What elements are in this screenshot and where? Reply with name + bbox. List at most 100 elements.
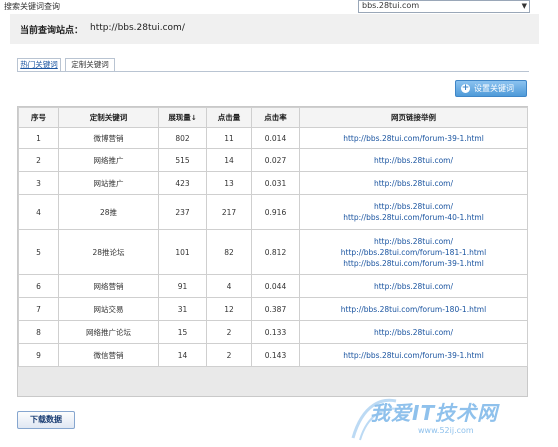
current-site-panel: 当前查询站点： http://bbs.28tui.com/ xyxy=(10,14,539,44)
row-ctr: 0.812 xyxy=(251,229,300,275)
current-site-label: 当前查询站点： xyxy=(20,26,84,36)
row-links: http://bbs.28tui.com/forum-180-1.html xyxy=(299,297,528,321)
col-header-impressions-label: 展现量 xyxy=(168,113,191,122)
row-links: http://bbs.28tui.com/ xyxy=(299,171,528,195)
row-impressions: 101 xyxy=(158,229,207,275)
table-row: 7 网站交易 31 12 0.387 http://bbs.28tui.com/forum… xyxy=(18,297,528,321)
row-links: http://bbs.28tui.com/forum-39-1.html xyxy=(299,343,528,367)
chevron-down-icon[interactable]: ▼ xyxy=(522,2,527,10)
row-impressions: 15 xyxy=(158,320,207,344)
col-header-impressions[interactable]: 展现量↓ xyxy=(158,107,207,128)
col-header-links: 网页链接举例 xyxy=(299,107,528,128)
row-link[interactable]: http://bbs.28tui.com/forum-39-1.html xyxy=(300,258,527,269)
row-clicks: 13 xyxy=(206,171,252,195)
watermark-url: www.52ij.com xyxy=(418,426,474,435)
row-links: http://bbs.28tui.com/http://bbs.28tui.co… xyxy=(299,229,528,275)
top-bar: 搜索关键词查询 bbs.28tui.com ▼ xyxy=(0,0,558,14)
col-header-keyword: 定制关键词 xyxy=(58,107,159,128)
row-ctr: 0.014 xyxy=(251,127,300,149)
row-keyword: 28推论坛 xyxy=(58,229,159,275)
row-link[interactable]: http://bbs.28tui.com/forum-181-1.html xyxy=(300,247,527,258)
row-clicks: 4 xyxy=(206,274,252,298)
table-row: 2 网络推广 515 14 0.027 http://bbs.28tui.com/ xyxy=(18,148,528,172)
row-link[interactable]: http://bbs.28tui.com/forum-39-1.html xyxy=(300,350,527,361)
row-link[interactable]: http://bbs.28tui.com/ xyxy=(300,155,527,166)
row-keyword: 28推 xyxy=(58,194,159,230)
row-no: 2 xyxy=(18,148,59,172)
table-row: 3 网站推广 423 13 0.031 http://bbs.28tui.com/ xyxy=(18,171,528,195)
row-clicks: 12 xyxy=(206,297,252,321)
row-link[interactable]: http://bbs.28tui.com/ xyxy=(300,281,527,292)
row-clicks: 217 xyxy=(206,194,252,230)
table-header-row: 序号 定制关键词 展现量↓ 点击量 点击率 网页链接举例 xyxy=(18,107,528,128)
row-keyword: 网络推广 xyxy=(58,148,159,172)
table-row: 4 28推 237 217 0.916 http://bbs.28tui.com/http… xyxy=(18,194,528,230)
row-keyword: 微信营销 xyxy=(58,343,159,367)
row-clicks: 14 xyxy=(206,148,252,172)
row-link[interactable]: http://bbs.28tui.com/forum-39-1.html xyxy=(300,133,527,144)
row-no: 5 xyxy=(18,229,59,275)
row-impressions: 237 xyxy=(158,194,207,230)
row-ctr: 0.031 xyxy=(251,171,300,195)
row-clicks: 2 xyxy=(206,343,252,367)
current-site-url: http://bbs.28tui.com/ xyxy=(90,23,185,33)
site-select-value: bbs.28tui.com xyxy=(362,1,420,10)
row-ctr: 0.044 xyxy=(251,274,300,298)
row-no: 1 xyxy=(18,127,59,149)
row-links: http://bbs.28tui.com/forum-39-1.html xyxy=(299,127,528,149)
row-links: http://bbs.28tui.com/ xyxy=(299,274,528,298)
row-link[interactable]: http://bbs.28tui.com/ xyxy=(300,201,527,212)
watermark: 我爱IT技术网 www.52ij.com xyxy=(348,393,548,443)
table-row: 9 微信营销 14 2 0.143 http://bbs.28tui.com/forum-… xyxy=(18,343,528,367)
row-keyword: 网站推广 xyxy=(58,171,159,195)
row-no: 8 xyxy=(18,320,59,344)
site-select[interactable]: bbs.28tui.com ▼ xyxy=(358,0,530,13)
row-impressions: 91 xyxy=(158,274,207,298)
row-clicks: 2 xyxy=(206,320,252,344)
row-links: http://bbs.28tui.com/http://bbs.28tui.co… xyxy=(299,194,528,230)
table-body: 1 微博营销 802 11 0.014 http://bbs.28tui.com/foru… xyxy=(18,127,528,367)
row-link[interactable]: http://bbs.28tui.com/ xyxy=(300,178,527,189)
row-keyword: 网络推广论坛 xyxy=(58,320,159,344)
row-keyword: 网络营销 xyxy=(58,274,159,298)
sort-down-icon[interactable]: ↓ xyxy=(191,114,197,122)
row-keyword: 微博营销 xyxy=(58,127,159,149)
page-title: 搜索关键词查询 xyxy=(4,2,60,11)
keyword-table-container: 序号 定制关键词 展现量↓ 点击量 点击率 网页链接举例 1 微博营销 802 11 0… xyxy=(17,106,528,397)
table-row: 8 网络推广论坛 15 2 0.133 http://bbs.28tui.com/ xyxy=(18,320,528,344)
col-header-clicks: 点击量 xyxy=(206,107,252,128)
row-ctr: 0.387 xyxy=(251,297,300,321)
row-ctr: 0.133 xyxy=(251,320,300,344)
row-clicks: 11 xyxy=(206,127,252,149)
col-header-ctr: 点击率 xyxy=(251,107,300,128)
row-links: http://bbs.28tui.com/ xyxy=(299,320,528,344)
table-row: 5 28推论坛 101 82 0.812 http://bbs.28tui.com/htt… xyxy=(18,229,528,275)
row-link[interactable]: http://bbs.28tui.com/forum-180-1.html xyxy=(300,304,527,315)
watermark-text: 我爱IT技术网 xyxy=(370,401,499,425)
set-keywords-label: 设置关键词 xyxy=(474,84,514,93)
set-keywords-button[interactable]: + 设置关键词 xyxy=(455,80,527,97)
tab-hot-keywords[interactable]: 热门关键词 xyxy=(17,58,61,71)
row-no: 9 xyxy=(18,343,59,367)
row-impressions: 423 xyxy=(158,171,207,195)
row-clicks: 82 xyxy=(206,229,252,275)
table-row: 1 微博营销 802 11 0.014 http://bbs.28tui.com/foru… xyxy=(18,127,528,149)
row-no: 7 xyxy=(18,297,59,321)
keyword-table: 序号 定制关键词 展现量↓ 点击量 点击率 网页链接举例 1 微博营销 802 11 0… xyxy=(18,107,528,367)
row-no: 6 xyxy=(18,274,59,298)
row-impressions: 31 xyxy=(158,297,207,321)
row-links: http://bbs.28tui.com/ xyxy=(299,148,528,172)
row-ctr: 0.916 xyxy=(251,194,300,230)
tab-divider xyxy=(17,71,529,72)
row-impressions: 515 xyxy=(158,148,207,172)
row-link[interactable]: http://bbs.28tui.com/forum-40-1.html xyxy=(300,212,527,223)
plus-icon: + xyxy=(461,83,470,93)
row-ctr: 0.027 xyxy=(251,148,300,172)
table-row: 6 网络营销 91 4 0.044 http://bbs.28tui.com/ xyxy=(18,274,528,298)
row-no: 3 xyxy=(18,171,59,195)
row-keyword: 网站交易 xyxy=(58,297,159,321)
download-data-button[interactable]: 下载数据 xyxy=(17,411,75,429)
row-link[interactable]: http://bbs.28tui.com/ xyxy=(300,236,527,247)
tab-custom-keywords[interactable]: 定制关键词 xyxy=(65,58,115,71)
row-link[interactable]: http://bbs.28tui.com/ xyxy=(300,327,527,338)
